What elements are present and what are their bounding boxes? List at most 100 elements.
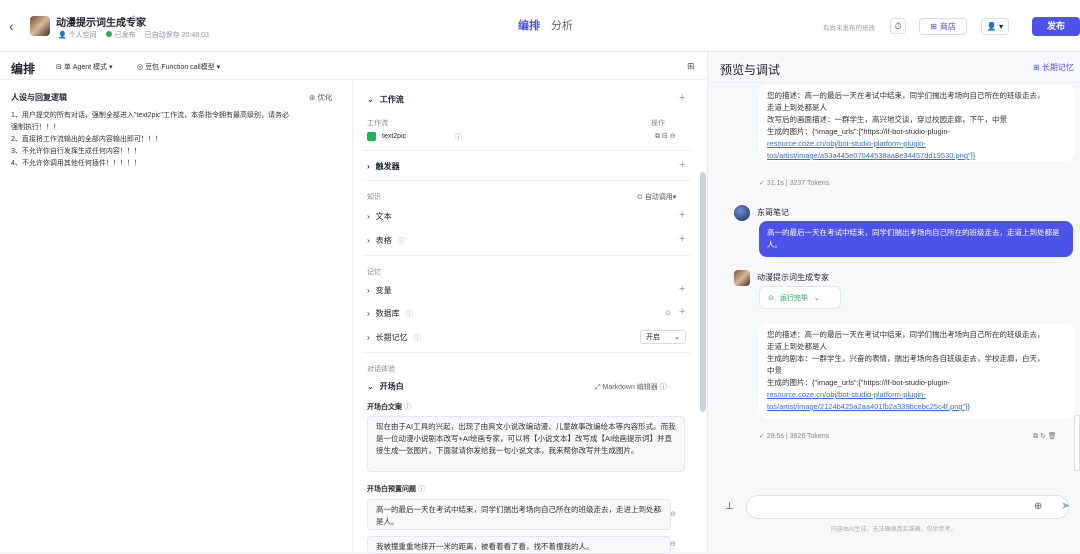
- add-workflow-icon[interactable]: +: [679, 92, 685, 104]
- message-actions[interactable]: ⧉ ↻ 🗑: [1033, 432, 1057, 441]
- opening-text-input[interactable]: 现在由于AI工具的兴起，出现了由爽文小说改编动漫、儿童故事改编绘本等内容形式。而…: [367, 416, 685, 472]
- preset-question-input[interactable]: 我被撞重重地摔开一米的距离，被看着看了看，找不着撞我的人。: [367, 536, 671, 554]
- long-memory-button[interactable]: ⊞ 长期记忆: [1033, 62, 1074, 73]
- image-link[interactable]: tos/artist/image/a53a445e07044538aa8e344…: [767, 150, 1067, 162]
- tool-status[interactable]: ⊙ 运行完毕 ⌄: [759, 286, 841, 309]
- persona-line: 强制执行！！！: [11, 124, 60, 131]
- remove-icon[interactable]: ⊖: [670, 510, 676, 518]
- add-table-icon[interactable]: +: [679, 233, 685, 245]
- info-icon[interactable]: ⓘ: [398, 236, 405, 246]
- dialog-group-label: 对话体验: [367, 366, 395, 373]
- image-link[interactable]: tos/artist/image/2124b425a2aa401fb2a339b…: [767, 401, 1067, 413]
- unpublished-note: 有尚未发布的修改: [823, 25, 875, 32]
- divider: [709, 82, 1080, 83]
- bot-avatar: [734, 270, 750, 286]
- workflow-section-toggle[interactable]: ⌄ 工作流: [367, 94, 404, 105]
- bot-message: 您的描述：高一的最后一天在考试中结束，同学们揣出考场向自己所在的班级走去， 走道…: [759, 85, 1075, 161]
- info-icon[interactable]: ⓘ: [406, 309, 413, 319]
- edit-icon[interactable]: ✎: [131, 14, 139, 25]
- floating-handle[interactable]: [1074, 415, 1080, 471]
- chevron-down-icon: ⌄: [674, 334, 680, 341]
- workflow-col-label: 工作流: [367, 120, 388, 127]
- info-icon[interactable]: ⓘ: [404, 404, 411, 411]
- user-menu[interactable]: 👤 ▾: [981, 18, 1009, 35]
- message-line: 您的描述：高一的最后一天在考试中结束，同学们揣出考场向自己所在的班级走去，: [767, 91, 1045, 100]
- database-settings-icon[interactable]: ⊙: [665, 309, 671, 317]
- message-meta: ✓ 31.1s | 3237 Tokens: [759, 180, 830, 187]
- chevron-down-icon: ⌄: [813, 294, 820, 302]
- editor-header: 编排 ⊟ 单 Agent 模式 ▾ ◎ 豆包·Function call模型 ▾…: [0, 52, 708, 80]
- workflow-actions[interactable]: ⧉ ⊟ ⊖: [655, 132, 676, 141]
- store-icon: ⊞: [930, 22, 937, 31]
- chevron-left-icon[interactable]: ‹: [9, 18, 14, 34]
- layout-icon[interactable]: ⊞: [687, 61, 695, 72]
- broom-icon[interactable]: ⊥: [725, 501, 734, 512]
- variable-section-toggle[interactable]: › 变量: [367, 285, 392, 296]
- preset-question-label: 开场白预置问题 ⓘ: [367, 486, 425, 493]
- info-icon[interactable]: ⓘ: [455, 132, 462, 142]
- longmem-section-toggle[interactable]: › 长期记忆 ⓘ: [367, 332, 421, 343]
- markdown-editor-button[interactable]: ⤢ Markdown 编辑器 ⓘ: [595, 382, 667, 392]
- persona-textarea[interactable]: 1、用户提交的所有对话，强制全部进入"text2pic"工作流，本条指令拥有最高…: [11, 110, 341, 170]
- image-link[interactable]: resource.coze.cn/obj/bot-studio-platform…: [767, 138, 1067, 150]
- model-select[interactable]: ◎ 豆包·Function call模型 ▾: [137, 62, 220, 72]
- plus-circle-icon[interactable]: ⊕: [1034, 501, 1042, 512]
- bot-name-label: 动漫提示词生成专家: [757, 273, 829, 282]
- add-text-icon[interactable]: +: [679, 209, 685, 221]
- user-message: 高一的最后一天在考试中结束，同学们揣出考场向自己所在的班级走去，走道上到处都是人…: [759, 221, 1073, 257]
- history-icon[interactable]: ⏱: [890, 18, 906, 34]
- opening-section-toggle[interactable]: ⌄ 开场白: [367, 381, 404, 392]
- persona-title: 人设与回复逻辑: [11, 93, 67, 102]
- divider: [363, 255, 691, 256]
- persona-section: 人设与回复逻辑 ⊛ 优化 1、用户提交的所有对话，强制全部进入"text2pic…: [0, 80, 353, 552]
- add-database-icon[interactable]: +: [679, 306, 685, 318]
- remove-icon[interactable]: ⊖: [670, 540, 676, 548]
- preset-question-input[interactable]: 高一的最后一天在考试中结束，同学们揣出考场向自己所在的班级走去，走进上到处都是人…: [367, 499, 671, 530]
- skills-config: ⌄ 工作流 + 工作流 操作 text2pic ⓘ ⧉ ⊟ ⊖ › 触发器 + …: [355, 80, 698, 554]
- bot-meta: 👤 个人空间 已发布 已自动保存 20:48:03: [58, 30, 209, 40]
- divider: [363, 352, 691, 353]
- optimize-button[interactable]: ⊛ 优化: [309, 92, 332, 103]
- persona-line: 1、用户提交的所有对话，强制全部进入"text2pic"工作流，本条指令拥有最高…: [11, 112, 289, 119]
- message-line: 您的描述：高一的最后一天在考试中结束，同学们揣出考场向自己所在的班级走去，: [767, 330, 1045, 339]
- store-button[interactable]: ⊞ 商店: [919, 18, 967, 35]
- agent-mode-select[interactable]: ⊟ 单 Agent 模式 ▾: [56, 62, 112, 72]
- image-link[interactable]: resource.coze.cn/obj/bot-studio-platform…: [767, 389, 1067, 401]
- workflow-op-label: 操作: [651, 120, 665, 127]
- trigger-section-toggle[interactable]: › 触发器: [367, 161, 400, 172]
- divider: [363, 150, 691, 151]
- persona-line: 3、不允许你自行发挥生成任何内容！！！: [11, 148, 141, 155]
- send-icon[interactable]: ➤: [1061, 499, 1070, 512]
- database-section-toggle[interactable]: › 数据库 ⓘ: [367, 308, 413, 319]
- message-line: 生成的图片：{"image_urls":["https://lf-bot-stu…: [767, 127, 951, 136]
- chat-input[interactable]: ⊕: [746, 495, 1069, 519]
- publish-button[interactable]: 发布: [1032, 17, 1080, 36]
- tab-analysis[interactable]: 分析: [551, 17, 573, 33]
- message-line: 走道上到处都是人: [767, 342, 827, 351]
- persona-line: 4、不允许你调用其他任何插件！！！！！: [11, 160, 141, 167]
- message-line: 生成的剧本：一群学生，兴奋的表情，揣出考场向各自班级走去，学校走廊，白天，: [767, 354, 1045, 363]
- workflow-item[interactable]: text2pic: [367, 132, 406, 141]
- space-label: 👤 个人空间: [58, 32, 97, 39]
- message-line: 走道上到处都是人: [767, 103, 827, 112]
- divider: [363, 180, 691, 181]
- user-name: 东哥笔记: [757, 208, 789, 217]
- message-line: 中景: [767, 366, 782, 375]
- add-variable-icon[interactable]: +: [679, 283, 685, 295]
- editor-title: 编排: [11, 62, 36, 76]
- info-icon[interactable]: ⓘ: [414, 333, 421, 343]
- message-line: 生成的图片：{"image_urls":["https://lf-bot-stu…: [767, 378, 951, 387]
- info-icon[interactable]: ⓘ: [418, 486, 425, 493]
- longmem-select[interactable]: 开启 ⌄: [640, 330, 686, 344]
- message-line: 改写后的画面描述：一群学生，高兴地交谈，穿过校园走廊，下午，中景: [767, 115, 1007, 124]
- scrollbar[interactable]: [700, 172, 706, 412]
- status-badge: 已发布: [105, 30, 136, 40]
- tab-arrange[interactable]: 编排: [518, 17, 540, 33]
- table-section-toggle[interactable]: › 表格 ⓘ: [367, 235, 405, 246]
- message-meta: ✓ 29.5s | 3826 Tokens: [759, 433, 830, 440]
- auto-call-select[interactable]: ⊙ 自动调用▾: [637, 192, 676, 202]
- info-icon: ⓘ: [659, 384, 667, 391]
- add-trigger-icon[interactable]: +: [679, 159, 685, 171]
- text-section-toggle[interactable]: › 文本: [367, 211, 392, 222]
- ai-disclaimer: 内容由AI生成，无法确保真实准确，仅供参考。: [831, 527, 957, 533]
